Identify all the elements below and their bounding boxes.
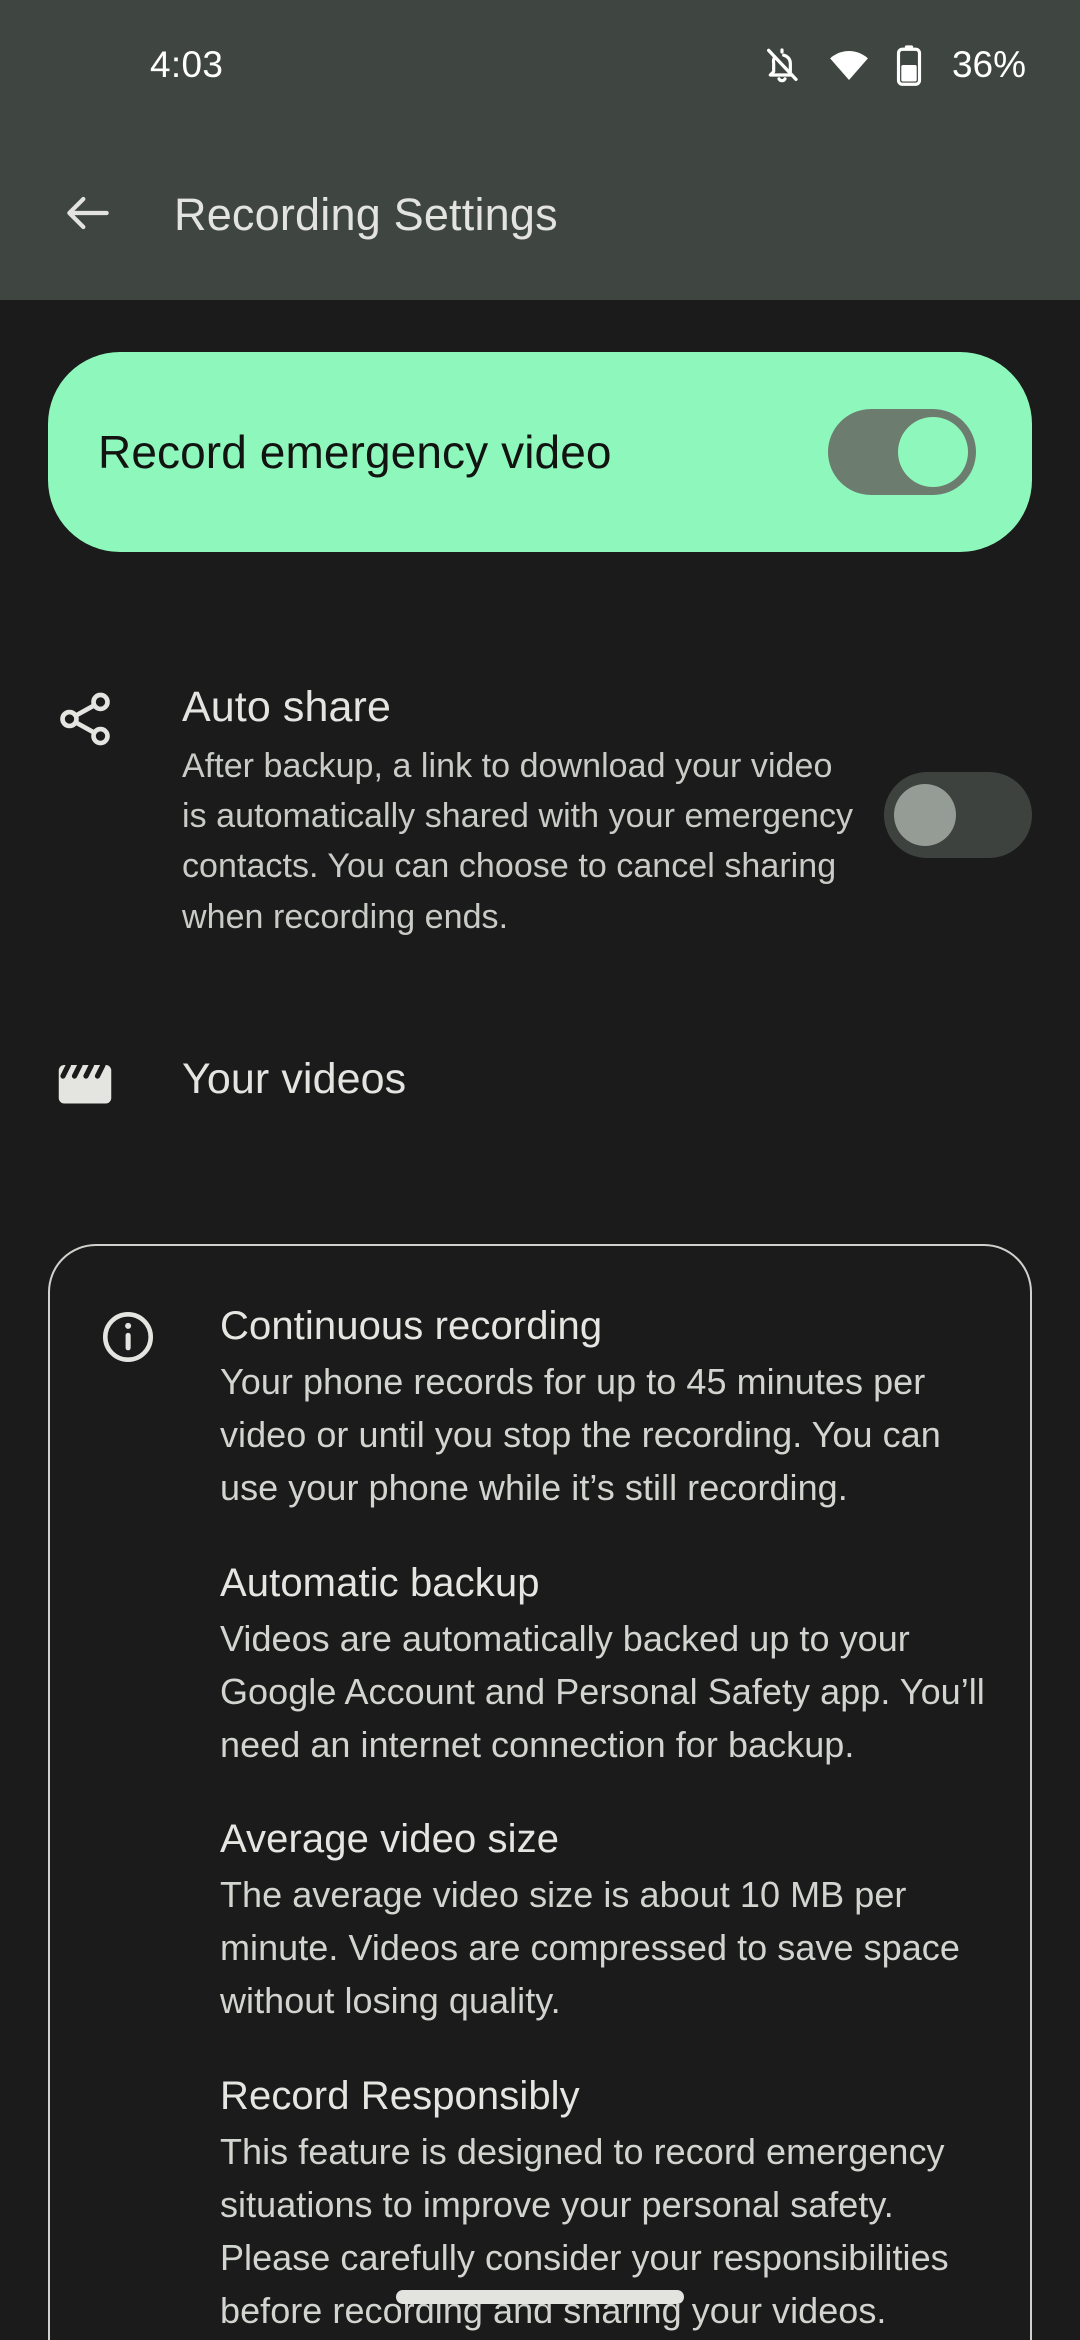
info-card-body: Continuous recording Your phone records … bbox=[166, 1302, 986, 2338]
info-section-title: Average video size bbox=[220, 1817, 560, 1862]
info-icon bbox=[90, 1302, 166, 1366]
status-bar-region: 4:03 36% Recording Settings bbox=[0, 0, 1080, 300]
status-icon-group: 36% bbox=[762, 44, 1026, 86]
phone-screen: 4:03 36% Recording Settings Record emerg… bbox=[0, 0, 1080, 2340]
record-emergency-video-label: Record emergency video bbox=[98, 426, 612, 478]
info-section-text: Videos are automatically backed up to yo… bbox=[220, 1617, 985, 1765]
auto-share-title: Auto share bbox=[182, 683, 391, 731]
status-bar: 4:03 36% bbox=[0, 0, 1080, 130]
back-button[interactable] bbox=[48, 175, 128, 255]
sidebar-item-your-videos[interactable]: Your videos bbox=[0, 1048, 1080, 1110]
info-card: Continuous recording Your phone records … bbox=[48, 1243, 1032, 2340]
auto-share-trailing bbox=[884, 766, 1032, 858]
your-videos-body: Your videos bbox=[122, 1054, 1032, 1105]
info-section-title: Continuous recording bbox=[220, 1303, 603, 1348]
info-section-average-video-size: Average video size The average video siz… bbox=[220, 1815, 986, 2028]
auto-share-toggle[interactable] bbox=[884, 771, 1032, 858]
toggle-knob bbox=[898, 417, 968, 487]
your-videos-title: Your videos bbox=[182, 1054, 407, 1103]
arrow-back-icon bbox=[60, 185, 116, 246]
auto-share-description: After backup, a link to download your vi… bbox=[182, 746, 854, 936]
record-emergency-video-card[interactable]: Record emergency video bbox=[48, 352, 1032, 552]
info-section-continuous-recording: Continuous recording Your phone records … bbox=[220, 1302, 986, 1515]
battery-icon bbox=[896, 44, 922, 86]
wifi-icon bbox=[828, 45, 870, 85]
page-title: Recording Settings bbox=[174, 189, 558, 240]
notifications-off-icon bbox=[762, 45, 802, 85]
info-section-title: Automatic backup bbox=[220, 1560, 540, 1605]
app-bar: Recording Settings bbox=[0, 130, 1080, 300]
record-emergency-video-toggle[interactable] bbox=[828, 409, 976, 495]
status-clock: 4:03 bbox=[150, 44, 224, 85]
info-section-text: Your phone records for up to 45 minutes … bbox=[220, 1360, 941, 1508]
info-section-text: This feature is designed to record emerg… bbox=[220, 2131, 949, 2331]
info-section-automatic-backup: Automatic backup Videos are automaticall… bbox=[220, 1559, 986, 1772]
info-section-title: Record Responsibly bbox=[220, 2074, 580, 2119]
home-gesture-pill[interactable] bbox=[396, 2290, 684, 2304]
battery-percentage: 36% bbox=[951, 44, 1026, 85]
settings-content: Record emergency video Auto share After … bbox=[0, 300, 1080, 2340]
movie-clapper-icon bbox=[48, 1048, 122, 1110]
toggle-knob bbox=[894, 783, 956, 846]
sidebar-item-auto-share[interactable]: Auto share After backup, a link to downl… bbox=[0, 682, 1080, 942]
info-section-text: The average video size is about 10 MB pe… bbox=[220, 1874, 960, 2022]
share-icon bbox=[48, 682, 122, 750]
auto-share-body: Auto share After backup, a link to downl… bbox=[122, 682, 884, 942]
